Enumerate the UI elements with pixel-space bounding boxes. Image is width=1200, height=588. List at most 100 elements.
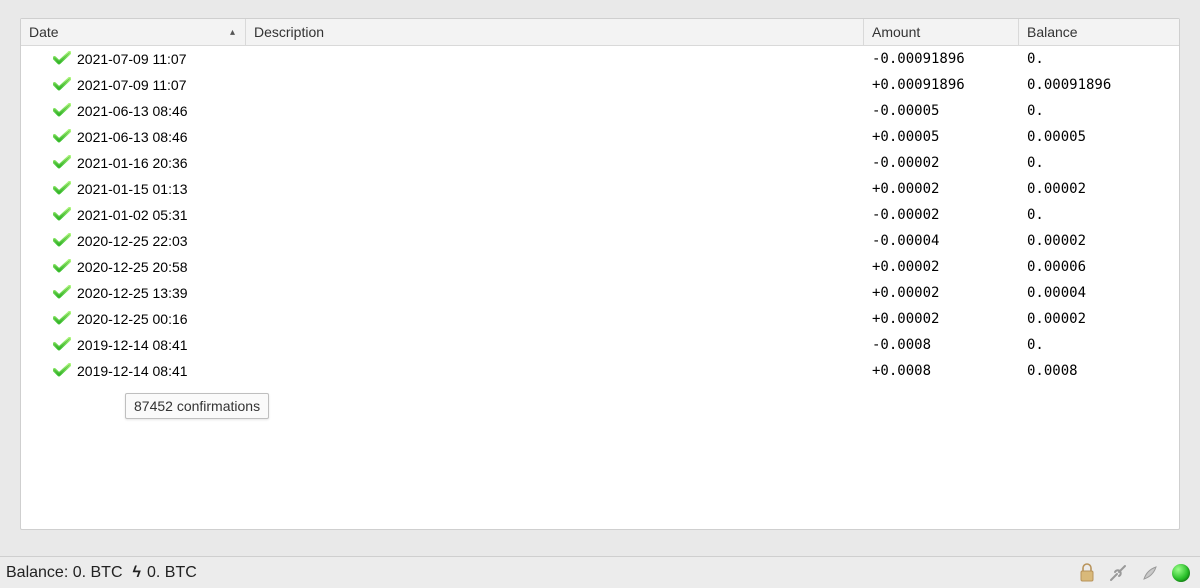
table-header[interactable]: Date ▴ Description Amount Balance bbox=[21, 19, 1179, 46]
confirmed-check-icon bbox=[53, 259, 71, 276]
column-header-date-label: Date bbox=[29, 24, 59, 40]
lightning-icon: ϟ bbox=[133, 564, 141, 582]
date-text: 2021-06-13 08:46 bbox=[77, 129, 188, 145]
table-row[interactable]: 2020-12-25 00:16 +0.000020.00002 bbox=[21, 306, 1179, 332]
column-header-balance-label: Balance bbox=[1027, 24, 1078, 40]
table-row[interactable]: 2020-12-25 13:39 +0.000020.00004 bbox=[21, 280, 1179, 306]
amount-cell: -0.00004 bbox=[864, 233, 1019, 249]
network-status-orb[interactable] bbox=[1172, 564, 1190, 582]
date-cell: 2021-01-15 01:13 bbox=[21, 181, 246, 198]
table-row[interactable]: 2019-12-14 08:41 +0.00080.0008 bbox=[21, 358, 1179, 384]
balance-cell: 0.00006 bbox=[1019, 259, 1179, 275]
balance-cell: 0.00004 bbox=[1019, 285, 1179, 301]
date-text: 2021-07-09 11:07 bbox=[77, 77, 187, 93]
date-text: 2019-12-14 08:41 bbox=[77, 363, 188, 379]
balance-cell: 0. bbox=[1019, 155, 1179, 171]
confirmations-tooltip-text: 87452 confirmations bbox=[134, 398, 260, 414]
date-text: 2019-12-14 08:41 bbox=[77, 337, 188, 353]
amount-cell: +0.0008 bbox=[864, 363, 1019, 379]
amount-cell: -0.00002 bbox=[864, 207, 1019, 223]
date-cell: 2020-12-25 20:58 bbox=[21, 259, 246, 276]
table-row[interactable]: 2019-12-14 08:41 -0.00080. bbox=[21, 332, 1179, 358]
date-cell: 2019-12-14 08:41 bbox=[21, 337, 246, 354]
column-header-amount-label: Amount bbox=[872, 24, 920, 40]
table-row[interactable]: 2021-06-13 08:46 -0.000050. bbox=[21, 98, 1179, 124]
date-text: 2021-01-16 20:36 bbox=[77, 155, 188, 171]
date-text: 2021-01-15 01:13 bbox=[77, 181, 188, 197]
column-header-description-label: Description bbox=[254, 24, 324, 40]
confirmed-check-icon bbox=[53, 129, 71, 146]
date-text: 2020-12-25 20:58 bbox=[77, 259, 188, 275]
date-cell: 2021-01-16 20:36 bbox=[21, 155, 246, 172]
date-cell: 2021-07-09 11:07 bbox=[21, 51, 246, 68]
date-cell: 2021-06-13 08:46 bbox=[21, 129, 246, 146]
table-row[interactable]: 2021-01-02 05:31-0.000020. bbox=[21, 202, 1179, 228]
lock-icon[interactable] bbox=[1078, 563, 1096, 583]
amount-cell: -0.00091896 bbox=[864, 51, 1019, 67]
balance-cell: 0.00002 bbox=[1019, 233, 1179, 249]
balance-cell: 0. bbox=[1019, 51, 1179, 67]
table-row[interactable]: 2021-07-09 11:07 -0.000918960. bbox=[21, 46, 1179, 72]
confirmed-check-icon bbox=[53, 207, 71, 224]
table-row[interactable]: 2021-01-15 01:13 +0.000020.00002 bbox=[21, 176, 1179, 202]
lightning-balance-value: 0. BTC bbox=[147, 564, 197, 582]
balance-cell: 0.00005 bbox=[1019, 129, 1179, 145]
confirmations-tooltip: 87452 confirmations bbox=[125, 393, 269, 419]
date-cell: 2021-06-13 08:46 bbox=[21, 103, 246, 120]
balance-cell: 0. bbox=[1019, 103, 1179, 119]
table-row[interactable]: 2021-07-09 11:07 +0.000918960.00091896 bbox=[21, 72, 1179, 98]
amount-cell: +0.00002 bbox=[864, 181, 1019, 197]
date-text: 2020-12-25 00:16 bbox=[77, 311, 188, 327]
balance-label: Balance: bbox=[6, 564, 68, 582]
balance-cell: 0.00091896 bbox=[1019, 77, 1179, 93]
amount-cell: +0.00002 bbox=[864, 259, 1019, 275]
balance-cell: 0. bbox=[1019, 337, 1179, 353]
transaction-list: 2021-07-09 11:07-0.000918960. 2021-07-09… bbox=[21, 46, 1179, 384]
table-row[interactable]: 2021-01-16 20:36 -0.000020. bbox=[21, 150, 1179, 176]
date-cell: 2020-12-25 22:03 bbox=[21, 233, 246, 250]
amount-cell: -0.0008 bbox=[864, 337, 1019, 353]
confirmed-check-icon bbox=[53, 233, 71, 250]
confirmed-check-icon bbox=[53, 51, 71, 68]
amount-cell: -0.00002 bbox=[864, 155, 1019, 171]
amount-cell: +0.00002 bbox=[864, 311, 1019, 327]
amount-cell: +0.00005 bbox=[864, 129, 1019, 145]
date-cell: 2021-01-02 05:31 bbox=[21, 207, 246, 224]
confirmed-check-icon bbox=[53, 363, 71, 380]
status-icons bbox=[1078, 563, 1190, 583]
amount-cell: +0.00091896 bbox=[864, 77, 1019, 93]
column-header-description[interactable]: Description bbox=[246, 19, 864, 45]
date-text: 2020-12-25 13:39 bbox=[77, 285, 188, 301]
seed-icon[interactable] bbox=[1140, 563, 1160, 583]
date-text: 2021-06-13 08:46 bbox=[77, 103, 188, 119]
confirmed-check-icon bbox=[53, 285, 71, 302]
sort-ascending-icon: ▴ bbox=[230, 27, 237, 38]
column-header-amount[interactable]: Amount bbox=[864, 19, 1019, 45]
table-row[interactable]: 2020-12-25 22:03 -0.000040.00002 bbox=[21, 228, 1179, 254]
amount-cell: +0.00002 bbox=[864, 285, 1019, 301]
date-cell: 2019-12-14 08:41 bbox=[21, 363, 246, 380]
history-panel: Date ▴ Description Amount Balance 2021-0… bbox=[20, 18, 1180, 530]
balance-value: 0. BTC bbox=[73, 564, 123, 582]
column-header-date[interactable]: Date ▴ bbox=[21, 19, 246, 45]
balance-cell: 0.00002 bbox=[1019, 311, 1179, 327]
amount-cell: -0.00005 bbox=[864, 103, 1019, 119]
table-row[interactable]: 2021-06-13 08:46 +0.000050.00005 bbox=[21, 124, 1179, 150]
confirmed-check-icon bbox=[53, 337, 71, 354]
status-bar: Balance: 0. BTC ϟ 0. BTC bbox=[0, 556, 1200, 588]
date-text: 2021-01-02 05:31 bbox=[77, 207, 188, 223]
date-cell: 2020-12-25 00:16 bbox=[21, 311, 246, 328]
date-text: 2020-12-25 22:03 bbox=[77, 233, 188, 249]
confirmed-check-icon bbox=[53, 311, 71, 328]
confirmed-check-icon bbox=[53, 155, 71, 172]
balance-cell: 0.0008 bbox=[1019, 363, 1179, 379]
date-cell: 2021-07-09 11:07 bbox=[21, 77, 246, 94]
balance-cell: 0.00002 bbox=[1019, 181, 1179, 197]
confirmed-check-icon bbox=[53, 181, 71, 198]
confirmed-check-icon bbox=[53, 103, 71, 120]
tools-icon[interactable] bbox=[1108, 563, 1128, 583]
column-header-balance[interactable]: Balance bbox=[1019, 19, 1179, 45]
date-cell: 2020-12-25 13:39 bbox=[21, 285, 246, 302]
confirmed-check-icon bbox=[53, 77, 71, 94]
table-row[interactable]: 2020-12-25 20:58 +0.000020.00006 bbox=[21, 254, 1179, 280]
